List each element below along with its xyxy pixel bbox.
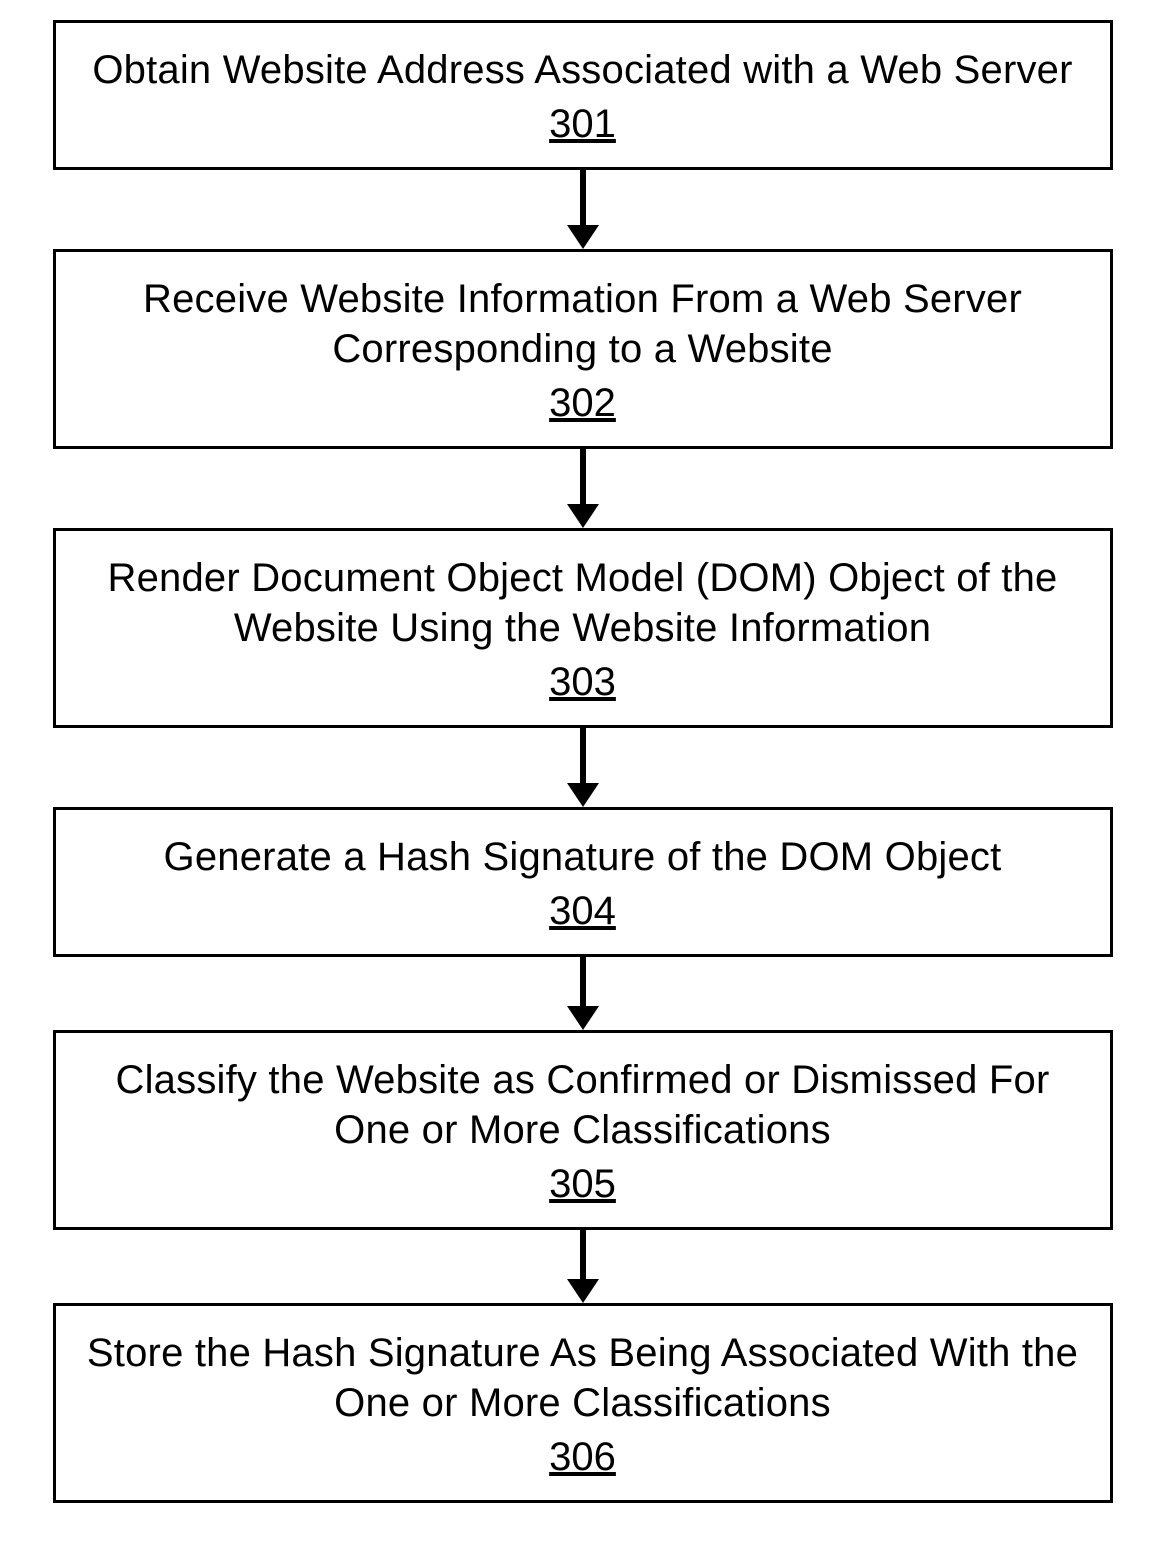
arrow-head-icon <box>567 783 599 807</box>
flow-step-label: Generate a Hash Signature of the DOM Obj… <box>86 832 1080 882</box>
flow-step-label: Receive Website Information From a Web S… <box>86 274 1080 374</box>
arrow-shaft <box>580 728 586 784</box>
flow-step-label: Render Document Object Model (DOM) Objec… <box>86 553 1080 653</box>
arrow-head-icon <box>567 504 599 528</box>
flow-step-label: Store the Hash Signature As Being Associ… <box>86 1328 1080 1428</box>
arrow-icon <box>567 449 599 528</box>
arrow-icon <box>567 728 599 807</box>
flowchart-canvas: Obtain Website Address Associated with a… <box>0 0 1165 1541</box>
flowchart: Obtain Website Address Associated with a… <box>0 0 1165 1503</box>
arrow-head-icon <box>567 1279 599 1303</box>
flow-step-id: 301 <box>86 99 1080 149</box>
arrow-icon <box>567 170 599 249</box>
flow-step-id: 306 <box>86 1432 1080 1482</box>
arrow-head-icon <box>567 1006 599 1030</box>
flow-step-301: Obtain Website Address Associated with a… <box>53 20 1113 170</box>
flow-step-306: Store the Hash Signature As Being Associ… <box>53 1303 1113 1503</box>
flow-step-id: 303 <box>86 657 1080 707</box>
arrow-shaft <box>580 957 586 1007</box>
flow-step-label: Obtain Website Address Associated with a… <box>86 45 1080 95</box>
arrow-shaft <box>580 170 586 226</box>
flow-step-302: Receive Website Information From a Web S… <box>53 249 1113 449</box>
flow-step-id: 305 <box>86 1159 1080 1209</box>
flow-step-id: 304 <box>86 886 1080 936</box>
flow-step-305: Classify the Website as Confirmed or Dis… <box>53 1030 1113 1230</box>
flow-step-304: Generate a Hash Signature of the DOM Obj… <box>53 807 1113 957</box>
arrow-shaft <box>580 449 586 505</box>
flow-step-303: Render Document Object Model (DOM) Objec… <box>53 528 1113 728</box>
arrow-head-icon <box>567 225 599 249</box>
arrow-icon <box>567 1230 599 1303</box>
flow-step-id: 302 <box>86 378 1080 428</box>
flow-step-label: Classify the Website as Confirmed or Dis… <box>86 1055 1080 1155</box>
arrow-icon <box>567 957 599 1030</box>
arrow-shaft <box>580 1230 586 1280</box>
